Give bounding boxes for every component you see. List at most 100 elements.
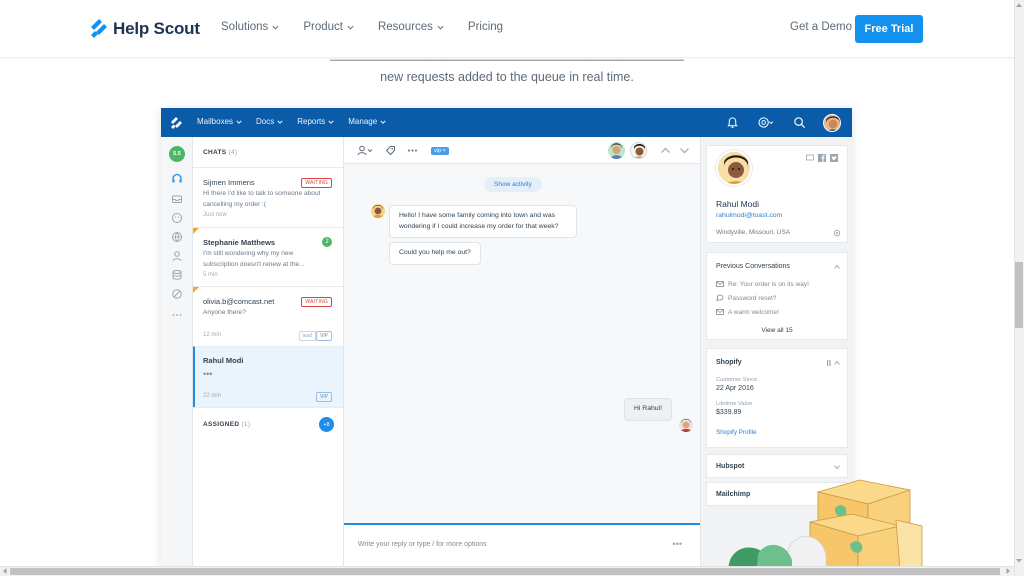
nav-pricing[interactable]: Pricing — [468, 21, 503, 33]
message-bubble: Could you help me out? — [389, 242, 481, 265]
reply-placeholder: Write your reply or type / for more opti… — [358, 541, 487, 548]
scroll-down-arrow-icon[interactable] — [1015, 558, 1023, 564]
previous-conversations-card: Previous Conversations Re: Your order is… — [706, 252, 848, 340]
avatar-face-icon — [718, 152, 750, 184]
bell-icon[interactable] — [726, 116, 739, 129]
chevron-up-icon[interactable] — [834, 264, 840, 270]
search-icon[interactable] — [793, 116, 806, 129]
previous-conversation-label: Password reset? — [728, 294, 777, 302]
vip-tag: VIP — [315, 331, 332, 341]
scroll-right-arrow-icon[interactable] — [1005, 567, 1012, 575]
reply-box[interactable]: Write your reply or type / for more opti… — [344, 523, 700, 568]
app-menu: Mailboxes Docs Reports Manage — [197, 117, 400, 126]
tag-icon[interactable] — [385, 145, 396, 156]
free-trial-button[interactable]: Free Trial — [855, 15, 923, 43]
nav-resources-label: Resources — [377, 21, 433, 33]
customer-avatar — [371, 204, 385, 218]
list-item[interactable]: olivia.b@comcast.net WAITING Anyone ther… — [193, 286, 343, 346]
previous-conversation-item[interactable]: Password reset? — [716, 294, 776, 302]
block-icon[interactable] — [171, 288, 183, 300]
help-icon[interactable] — [757, 116, 774, 129]
previous-conversation-item[interactable]: Re: Your order is on its way! — [716, 280, 809, 288]
customer-email[interactable]: rahulmodi@toast.com — [716, 212, 782, 219]
globe-icon[interactable] — [171, 231, 183, 243]
list-item[interactable]: Sijmen Immens WAITING Hi there I'd like … — [193, 167, 343, 227]
app-top-bar: Mailboxes Docs Reports Manage — [161, 108, 852, 137]
vip-tag: VIP — [315, 392, 332, 402]
nav-product[interactable]: Product — [303, 21, 354, 33]
unread-count-badge: 2 — [322, 237, 332, 247]
shopify-title[interactable]: Shopify — [716, 359, 742, 366]
list-item[interactable]: Stephanie Matthews 2 I'm still wondering… — [193, 227, 343, 286]
menu-manage[interactable]: Manage — [348, 117, 386, 126]
chats-count: (4) — [228, 149, 238, 156]
get-demo-link[interactable]: Get a Demo — [790, 21, 852, 33]
more-icon[interactable] — [407, 145, 418, 156]
assign-user-icon[interactable] — [357, 145, 373, 156]
status-badge[interactable]: 5.5 — [169, 146, 185, 162]
reply-more-button[interactable]: ••• — [673, 539, 682, 549]
chevron-down-icon — [236, 120, 242, 124]
menu-mailboxes[interactable]: Mailboxes — [197, 117, 242, 126]
chevron-up-icon[interactable] — [834, 360, 840, 366]
horizontal-scroll-thumb[interactable] — [10, 568, 1000, 575]
conv-name: olivia.b@comcast.net — [203, 297, 275, 306]
customer-avatar[interactable] — [630, 142, 647, 159]
logo-icon — [91, 19, 107, 38]
menu-docs[interactable]: Docs — [256, 117, 283, 126]
drag-handle-icon[interactable] — [827, 360, 831, 366]
vip-tag[interactable]: vip × — [431, 147, 449, 155]
person-icon[interactable] — [171, 250, 183, 262]
priority-corner — [193, 287, 199, 293]
inbox-icon[interactable] — [171, 193, 183, 205]
message-bubble: Hello! I have some family coming into to… — [389, 205, 577, 238]
avatar-face-icon — [608, 142, 625, 159]
nav-resources[interactable]: Resources — [378, 21, 444, 33]
smile-icon[interactable] — [171, 212, 183, 224]
chevron-up-icon[interactable] — [660, 145, 671, 156]
helpscout-mark-icon[interactable] — [170, 116, 184, 130]
headset-icon[interactable] — [171, 173, 183, 185]
menu-manage-label: Manage — [348, 117, 378, 126]
previous-conversations-title[interactable]: Previous Conversations — [716, 263, 790, 270]
database-icon[interactable] — [171, 269, 183, 281]
facebook-icon[interactable] — [818, 154, 826, 162]
conv-time: 12 min — [203, 332, 222, 338]
vertical-scroll-thumb[interactable] — [1015, 262, 1023, 328]
scroll-up-arrow-icon[interactable] — [1015, 2, 1023, 8]
priority-corner — [193, 228, 199, 234]
helpscout-logo[interactable]: Help Scout — [89, 17, 200, 41]
chats-title: CHATS — [203, 149, 227, 156]
viewer-avatar[interactable] — [608, 142, 625, 159]
menu-reports[interactable]: Reports — [297, 117, 334, 126]
section-subtitle: new requests added to the queue in real … — [380, 70, 634, 84]
list-item-active[interactable]: Rahul Modi ••• 22 min VIP — [193, 346, 343, 407]
nav-solutions-label: Solutions — [221, 21, 269, 33]
conv-time: 5 min — [203, 272, 218, 278]
assigned-header[interactable]: ASSIGNED (1) — [203, 421, 250, 428]
previous-conversation-item[interactable]: A warm welcome! — [716, 308, 779, 316]
user-avatar[interactable] — [823, 114, 841, 132]
assigned-badge[interactable]: +8 — [319, 417, 334, 432]
twitter-icon[interactable] — [830, 154, 838, 162]
chevron-down-icon — [347, 25, 354, 30]
conv-time: Just now — [203, 212, 227, 218]
shopify-card: Shopify Customer Since 22 Apr 2016 Lifet… — [706, 348, 848, 448]
view-all-link[interactable]: View all 15 — [707, 327, 847, 334]
clipped-text-decoration: ━━━━━━━━━━━━━━━━━━━━━━━━━━━━━━━━━━━━━━━━… — [330, 54, 684, 61]
scroll-left-arrow-icon[interactable] — [1, 567, 8, 575]
shopify-profile-link[interactable]: Shopify Profile — [716, 429, 757, 436]
gear-icon[interactable] — [833, 229, 841, 237]
chevron-down-icon[interactable] — [679, 145, 690, 156]
hubspot-title: Hubspot — [716, 463, 745, 470]
chevron-down-icon — [277, 120, 283, 124]
site-header: Help Scout Solutions Product Resources P… — [0, 0, 1014, 58]
more-icon[interactable] — [171, 309, 183, 321]
nav-solutions[interactable]: Solutions — [221, 21, 279, 33]
customer-avatar[interactable] — [716, 150, 752, 186]
show-activity-button[interactable]: Show activity — [484, 177, 542, 192]
site-nav: Solutions Product Resources Pricing — [221, 21, 527, 33]
app-left-rail: 5.5 — [161, 137, 193, 568]
chat-bubble-icon[interactable] — [806, 154, 814, 162]
conv-preview: Anyone there? — [203, 309, 246, 316]
